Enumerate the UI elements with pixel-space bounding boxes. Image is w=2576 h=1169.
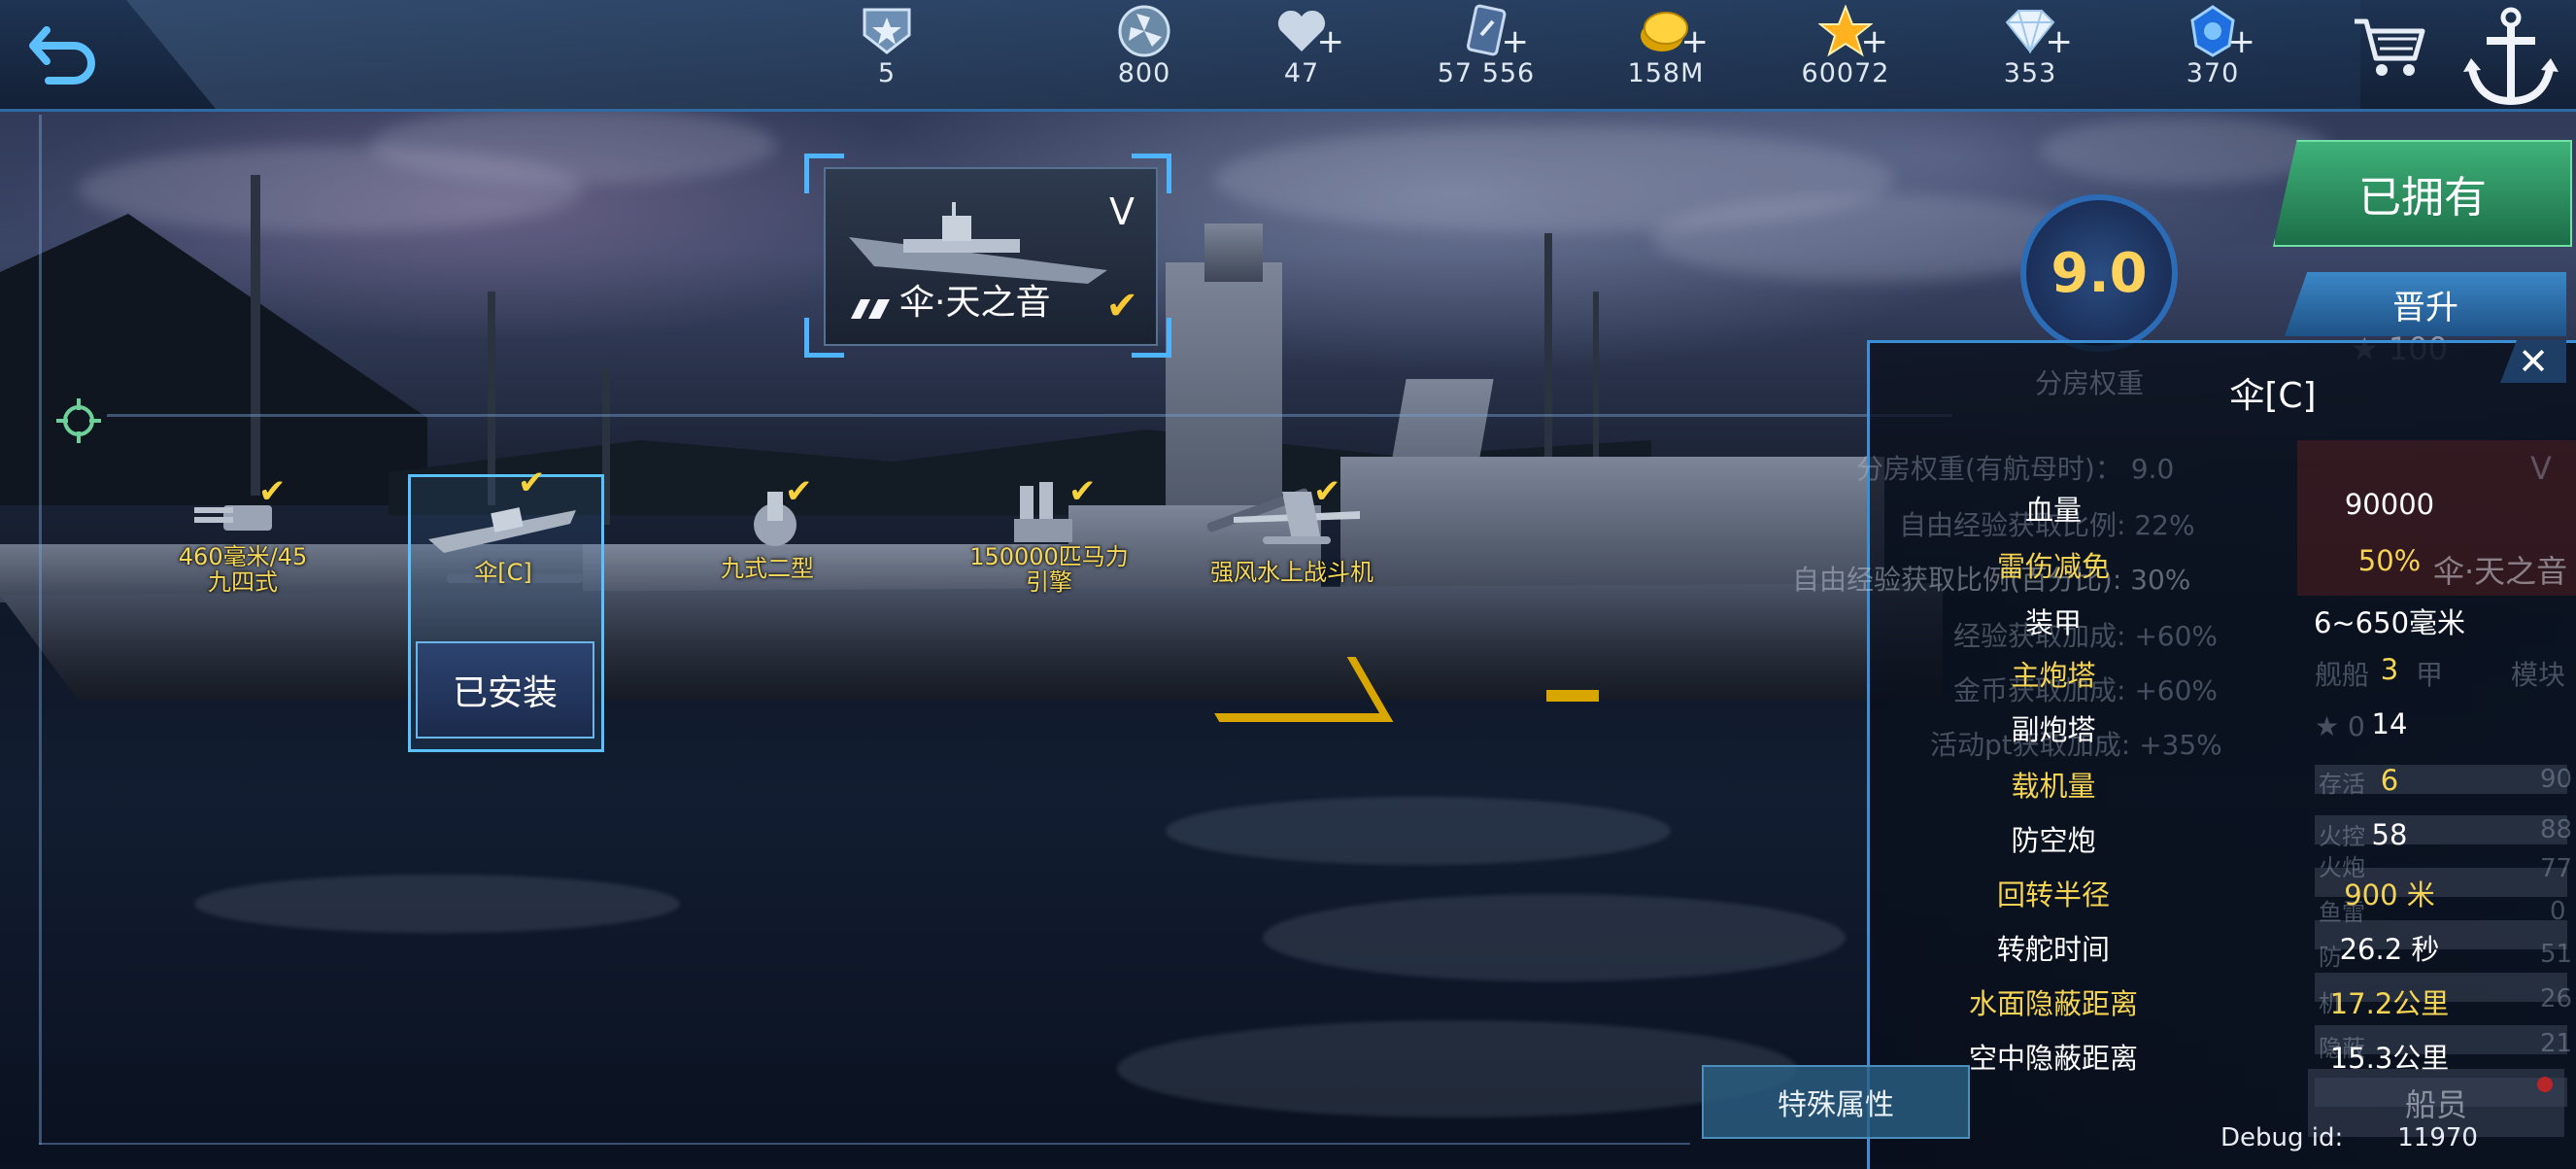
back-arrow-icon <box>29 26 95 85</box>
add-diamonds-icon[interactable]: + <box>2046 25 2074 58</box>
module-label: 150000匹马力 引擎 <box>969 543 1129 596</box>
stamina-resource[interactable]: + 47 <box>1243 4 1360 105</box>
fuel-resource[interactable]: 800 <box>1086 4 1203 105</box>
special-attributes-button[interactable]: 特殊属性 <box>1702 1065 1970 1139</box>
module-label: 九式二型 <box>721 555 814 582</box>
cards-resource[interactable]: + 57 556 <box>1428 4 1544 105</box>
back-button[interactable] <box>16 12 113 97</box>
ship-grade: V <box>1109 190 1135 233</box>
hull-icon <box>428 507 576 553</box>
add-cards-icon[interactable]: + <box>1502 25 1530 58</box>
ship-thumbnail <box>849 202 1107 284</box>
top-resource-bar: 5 800 + 47 + 57 556 + 158M + 60072 + 353… <box>0 0 2576 112</box>
vip-gem-icon: + <box>2184 4 2255 58</box>
gold-coin-icon: + <box>1637 4 1709 58</box>
rank-resource[interactable]: 5 <box>829 4 945 105</box>
close-x-icon: ✕ <box>2518 340 2549 383</box>
shopping-cart-icon <box>2355 18 2425 76</box>
add-stamina-icon[interactable]: + <box>1317 25 1345 58</box>
rank-badge-icon <box>858 4 916 58</box>
module-label: 强风水上战斗机 <box>1210 559 1373 586</box>
owned-button[interactable]: 已拥有 <box>2273 140 2572 247</box>
promote-button[interactable]: 晋升 <box>2285 272 2566 336</box>
stars-value: 60072 <box>1801 58 1890 88</box>
star-icon: + <box>1816 4 1888 58</box>
installed-check-icon: ✔ <box>258 472 287 511</box>
check-icon: ✔ <box>1105 284 1138 328</box>
installed-check-icon: ✔ <box>1313 472 1341 511</box>
propeller-token-icon <box>1115 4 1173 58</box>
module-aircraft[interactable]: ✔ 强风水上战斗机 <box>1175 466 1408 602</box>
port-button[interactable] <box>2457 4 2564 111</box>
crew-alert-dot <box>2537 1077 2553 1092</box>
fuel-value: 800 <box>1117 58 1171 88</box>
add-vip-icon[interactable]: + <box>2228 25 2256 58</box>
gold-value: 158M <box>1627 58 1705 88</box>
cards-value: 57 556 <box>1437 58 1536 88</box>
selected-ship-card[interactable]: V 伞·天之音 ✔ <box>804 154 1171 358</box>
installed-button[interactable]: 已安装 <box>416 641 594 739</box>
anchor-icon <box>2463 7 2559 106</box>
gold-resource[interactable]: + 158M <box>1608 4 1724 105</box>
diamonds-resource[interactable]: + 353 <box>1972 4 2088 105</box>
card-icon: + <box>1457 4 1529 58</box>
module-main-gun[interactable]: ✔ 460毫米/45 九四式 <box>146 466 340 602</box>
module-label: 伞[C] <box>474 559 532 586</box>
module-label: 460毫米/45 九四式 <box>178 543 308 596</box>
stars-resource[interactable]: + 60072 <box>1787 4 1904 105</box>
vip-resource[interactable]: + 370 <box>2154 4 2271 105</box>
add-gold-icon[interactable]: + <box>1681 25 1710 58</box>
ship-type-icon <box>851 299 890 319</box>
ship-rating-badge: 9.0 <box>2020 194 2178 352</box>
stamina-value: 47 <box>1283 58 1320 88</box>
module-secondary-gun[interactable]: ✔ 九式二型 <box>670 466 864 602</box>
seaplane-fighter-icon <box>1234 492 1360 544</box>
crosshair-icon <box>56 398 101 443</box>
heart-icon: + <box>1272 4 1344 58</box>
vip-value: 370 <box>2186 58 2240 88</box>
debug-id: Debug id: 11970 <box>2220 1123 2478 1152</box>
ship-name: 伞·天之音 <box>899 283 1051 323</box>
panel-title: 伞[C] <box>2229 376 2317 416</box>
shop-button[interactable] <box>2351 14 2428 91</box>
installed-check-icon: ✔ <box>1068 472 1097 511</box>
diamond-icon: + <box>2001 4 2073 58</box>
installed-check-icon: ✔ <box>785 472 813 511</box>
rank-value: 5 <box>877 58 897 88</box>
diamonds-value: 353 <box>2003 58 2057 88</box>
add-stars-icon[interactable]: + <box>1861 25 1889 58</box>
installed-check-icon: ✔ <box>518 464 546 502</box>
module-engine[interactable]: ✔ 150000匹马力 引擎 <box>932 466 1166 602</box>
